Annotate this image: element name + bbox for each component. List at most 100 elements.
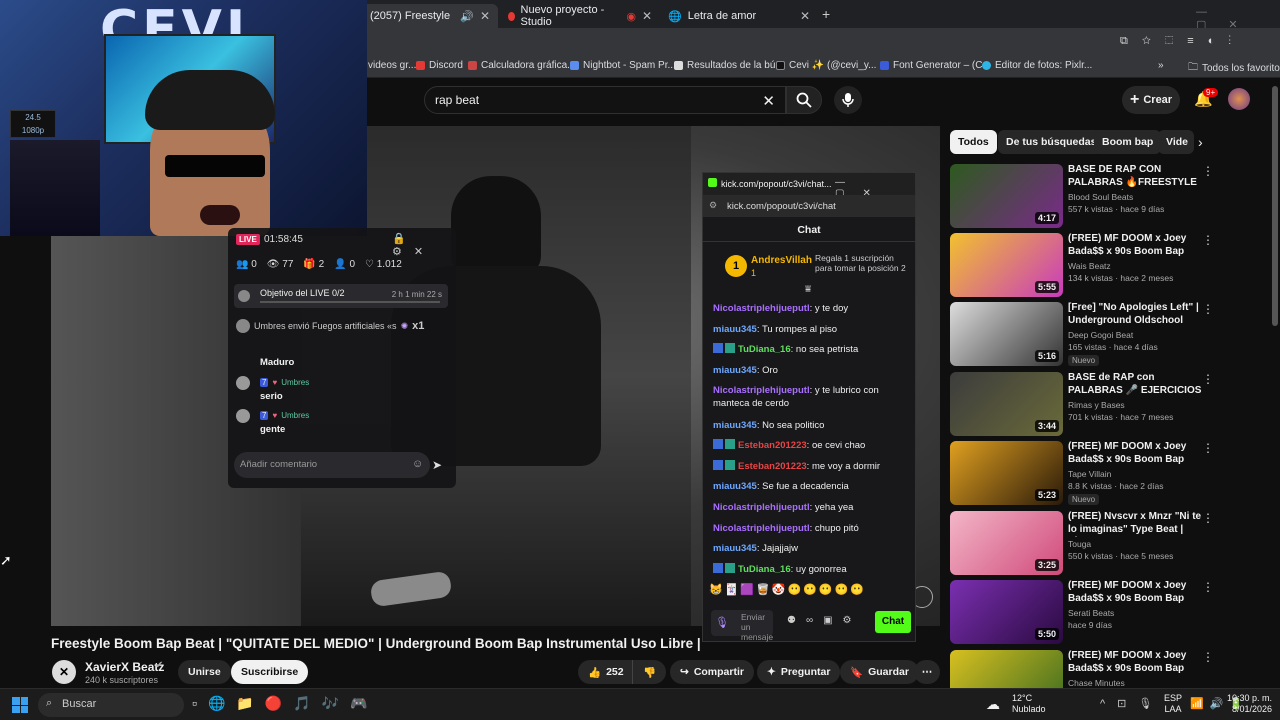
chat-username[interactable]: Nicolastriplehijueputl	[713, 303, 810, 314]
chat-username[interactable]: miauu345	[713, 365, 757, 376]
bookmark-item[interactable]: Font Generator – (C...	[880, 60, 991, 71]
language-indicator[interactable]: ESP LAA	[1164, 693, 1182, 715]
taskbar-apps[interactable]: ▫🌐📁🔴🎵🎶🎮	[192, 695, 379, 712]
bookmark-item[interactable]: videos gr...	[368, 60, 416, 71]
bookmark-item[interactable]: Discord	[416, 60, 463, 71]
chat-username[interactable]: TuDiana_16	[738, 344, 791, 355]
scrollbar[interactable]	[1272, 86, 1278, 326]
bookmark-item[interactable]: Cevi ✨ (@cevi_y...	[776, 60, 876, 71]
toolbar-icons[interactable]: ⧉☆⬚≡◐⋮	[1120, 35, 1245, 48]
chat-username[interactable]: Nicolastriplehijueputl	[713, 523, 810, 534]
mic-button[interactable]	[834, 86, 862, 114]
save-button[interactable]: 🔖 Guardar	[840, 660, 919, 684]
chip-videos[interactable]: Vide	[1158, 130, 1194, 154]
weather-icon: ☁	[986, 696, 1000, 712]
emote-bar[interactable]: 😸🃏🟪🥃🤡😶😶😶😶😶	[709, 583, 909, 601]
recommended-video[interactable]: 3:44 BASE de RAP con PALABRAS 🎤 EJERCICIO…	[950, 372, 1220, 436]
video-thumbnail[interactable]: 3:25	[950, 511, 1063, 575]
clock[interactable]: 10:30 p. m. 8/01/2026	[1226, 693, 1272, 715]
video-thumbnail[interactable]: 5:16	[950, 302, 1063, 366]
new-tab-button[interactable]: +	[822, 6, 830, 22]
chat-text: Jajajjajw	[762, 543, 799, 554]
close-icon[interactable]: ✕	[480, 9, 490, 23]
search-icon	[796, 92, 812, 108]
chat-input[interactable]: 🎙 Enviar un mensaje	[711, 610, 773, 642]
more-icon[interactable]: ⋮	[1202, 233, 1214, 247]
share-button[interactable]: ↪ Compartir	[670, 660, 754, 684]
video-thumbnail[interactable]: 3:44	[950, 372, 1063, 436]
tray-icons[interactable]: ^⊡🎙	[1100, 697, 1164, 710]
close-icon[interactable]: ✕	[642, 9, 652, 23]
clear-icon[interactable]: ✕	[762, 92, 775, 110]
chip-todos[interactable]: Todos	[950, 130, 997, 154]
recommended-video[interactable]: 5:23 (FREE) MF DOOM x Joey Bada$$ x 90s B…	[950, 441, 1220, 505]
subscribe-button[interactable]: Suscribirse	[231, 660, 309, 684]
more-icon[interactable]: ⋮	[1202, 511, 1214, 525]
video-thumbnail[interactable]: 5:23	[950, 441, 1063, 505]
chat-username[interactable]: miauu345	[713, 543, 757, 554]
chat-username[interactable]: miauu345	[713, 481, 757, 492]
create-button[interactable]: + Crear	[1122, 86, 1180, 114]
more-button[interactable]: ⋯	[914, 660, 940, 684]
bookmark-item[interactable]: Editor de fotos: Pixlr...	[982, 60, 1092, 71]
comment-input[interactable]: Añadir comentario	[234, 452, 430, 478]
video-thumbnail[interactable]: 4:17	[950, 164, 1063, 228]
chip-busquedas[interactable]: De tus búsquedas	[998, 130, 1105, 154]
more-icon[interactable]: ⋮	[1202, 372, 1214, 386]
channel-avatar[interactable]: ✕	[52, 660, 76, 684]
chevron-right-icon[interactable]: ›	[1198, 134, 1203, 150]
search-input[interactable]: rap beat ✕	[424, 86, 786, 114]
dislike-button[interactable]: 👎	[632, 660, 667, 684]
tab-studio[interactable]: Nuevo proyecto - Studio ◉ ✕	[500, 4, 660, 28]
leaderboard-user[interactable]: AndresVillah	[751, 255, 812, 266]
panel-controls[interactable]: 🔒⚙✕	[392, 232, 456, 258]
more-icon[interactable]: ⋮	[1202, 580, 1214, 594]
join-button[interactable]: Unirse	[178, 660, 231, 684]
level-badge: 7	[260, 378, 269, 387]
windows-start-icon[interactable]	[12, 697, 28, 713]
bookmark-item[interactable]: Resultados de la bú...	[674, 60, 784, 71]
gift-promo[interactable]: Regala 1 suscripción para tomar la posic…	[815, 253, 911, 273]
send-icon[interactable]: ➤	[432, 458, 442, 472]
more-icon[interactable]: ⋮	[1202, 650, 1214, 664]
chat-username[interactable]: miauu345	[713, 324, 757, 335]
chip-boombap[interactable]: Boom bap	[1094, 130, 1162, 154]
chat-tools[interactable]: ⚉∞▣⚙	[787, 615, 862, 626]
chat-username[interactable]: miauu345	[713, 420, 757, 431]
speaker-icon[interactable]: 🔊	[460, 10, 474, 23]
more-icon[interactable]: ⋮	[1202, 302, 1214, 316]
chat-username[interactable]: Nicolastriplehijueputl	[713, 385, 810, 396]
avatar[interactable]	[1228, 88, 1250, 110]
more-icon[interactable]: ⋮	[1202, 441, 1214, 455]
recommended-video[interactable]: 5:50 (FREE) MF DOOM x Joey Bada$$ x 90s B…	[950, 580, 1220, 644]
emoji-icon[interactable]: ☺	[412, 458, 423, 470]
recommended-video[interactable]: 3:25 (FREE) Nvscvr x Mnzr "Ni te lo imagi…	[950, 511, 1220, 575]
video-thumbnail[interactable]: 5:50	[950, 580, 1063, 644]
recommended-video[interactable]: 4:17 BASE DE RAP CON PALABRAS 🔥FREESTYLE …	[950, 164, 1220, 228]
chat-username[interactable]: Nicolastriplehijueputl	[713, 502, 810, 513]
bookmark-item[interactable]: Nightbot - Spam Pr...	[570, 60, 676, 71]
weather-widget[interactable]: 12°C Nublado	[1012, 693, 1046, 715]
video-thumbnail[interactable]: 5:55	[950, 233, 1063, 297]
recommended-video[interactable]: 5:16 [Free] "No Apologies Left" | Undergr…	[950, 302, 1220, 366]
chat-send-button[interactable]: Chat	[875, 611, 911, 633]
chat-username[interactable]: Esteban201223	[738, 461, 807, 472]
recommended-video[interactable]: 5:55 (FREE) MF DOOM x Joey Bada$$ x 90s B…	[950, 233, 1220, 297]
chevron-right-icon[interactable]: »	[1158, 60, 1164, 71]
live-goal[interactable]: Objetivo del LIVE 0/2 2 h 1 min 22 s	[234, 284, 448, 308]
search-button[interactable]	[786, 86, 822, 114]
bookmark-item[interactable]: Calculadora gráfica...	[468, 60, 576, 71]
bookmark-all[interactable]: 🗀 Todos los favoritos	[1188, 60, 1280, 77]
channel-name[interactable]: XavierX Beatz	[85, 660, 164, 674]
tab-letra[interactable]: 🌐 Letra de amor ✕	[660, 4, 818, 28]
close-icon[interactable]: ✕	[800, 9, 810, 23]
discord-icon	[416, 61, 425, 70]
like-button[interactable]: 👍 252	[578, 660, 636, 684]
taskbar-search[interactable]: ⌕ Buscar	[38, 693, 184, 717]
chat-username[interactable]: Esteban201223	[738, 440, 807, 451]
pin-icon[interactable]: ⩸	[805, 284, 811, 295]
more-icon[interactable]: ⋮	[1202, 164, 1214, 178]
chat-username[interactable]: TuDiana_16	[738, 564, 791, 575]
tab-youtube[interactable]: (2057) Freestyle Boom Bap 🔊 ✕	[362, 4, 498, 28]
ask-button[interactable]: ✦ Preguntar	[757, 660, 841, 684]
